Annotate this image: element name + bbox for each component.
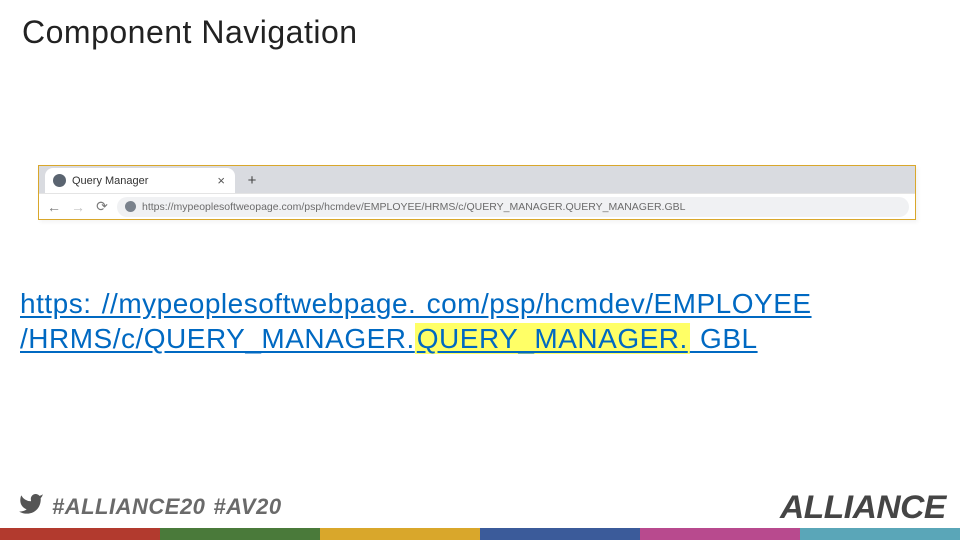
url-highlighted-segment: QUERY_MANAGER. [415,323,690,354]
url-link[interactable]: https: //mypeoplesoftwebpage. com/psp/hc… [20,288,812,354]
browser-tab[interactable]: Query Manager × [45,168,235,193]
browser-toolbar: ← → ⟳ https://mypeoplesoftweopage.com/ps… [39,193,915,219]
globe-icon [53,174,66,187]
slide: Component Navigation Query Manager × + ←… [0,0,960,540]
footer-color-bar [0,528,960,540]
reload-button[interactable]: ⟳ [93,198,111,216]
address-bar-url: https://mypeoplesoftweopage.com/psp/hcmd… [142,201,685,213]
alliance-logo: ALLIANCE [780,489,946,526]
tab-close-icon[interactable]: × [217,174,225,187]
hashtag-av20: #AV20 [213,494,281,520]
site-info-icon [125,201,136,212]
footer-hashtags: #ALLIANCE20 #AV20 [18,491,282,522]
url-line-2-prefix: /HRMS/c/QUERY_MANAGER. [20,323,415,354]
browser-screenshot: Query Manager × + ← → ⟳ https://mypeople… [38,165,916,220]
hashtag-alliance20: #ALLIANCE20 [52,494,205,520]
new-tab-button[interactable]: + [241,169,263,191]
forward-button[interactable]: → [69,198,87,216]
twitter-icon [18,491,44,522]
browser-tab-strip: Query Manager × + [39,166,915,193]
url-breakdown-text: https: //mypeoplesoftwebpage. com/psp/hc… [20,286,940,356]
back-button[interactable]: ← [45,198,63,216]
slide-footer: #ALLIANCE20 #AV20 ALLIANCE [0,484,960,540]
tab-title: Query Manager [72,175,148,187]
url-line-2-suffix: GBL [690,323,758,354]
slide-title: Component Navigation [22,14,358,51]
address-bar[interactable]: https://mypeoplesoftweopage.com/psp/hcmd… [117,197,909,217]
url-line-1: https: //mypeoplesoftwebpage. com/psp/hc… [20,288,812,319]
